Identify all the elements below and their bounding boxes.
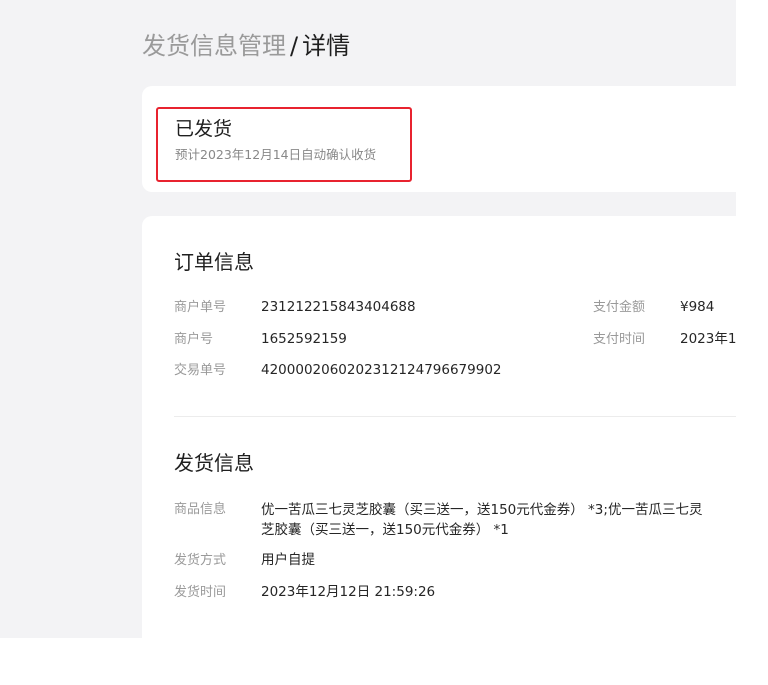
transaction-no-label: 交易单号 (174, 363, 227, 378)
shipping-method-value: 用户自提 (261, 552, 315, 568)
detail-card (142, 216, 762, 656)
breadcrumb-separator: / (290, 32, 299, 60)
shipping-time-label: 发货时间 (174, 585, 227, 600)
merchant-no-label: 商户号 (174, 332, 214, 347)
status-title: 已发货 (175, 118, 233, 140)
product-info-value: 优一苦瓜三七灵芝胶囊（买三送一，送150元代金券） *3;优一苦瓜三七灵芝胶囊（… (261, 502, 703, 538)
shipping-method-label: 发货方式 (174, 553, 227, 568)
shipping-time-value: 2023年12月12日 21:59:26 (261, 584, 436, 600)
shipping-info-title: 发货信息 (174, 451, 254, 475)
transaction-no-value: 4200002060202312124796679902 (261, 362, 502, 378)
merchant-no-value: 1652592159 (261, 331, 347, 347)
breadcrumb: 发货信息管理 / 详情 (142, 30, 350, 62)
merchant-order-no-label: 商户单号 (174, 300, 227, 315)
pay-amount-label: 支付金额 (593, 300, 646, 315)
order-info-title: 订单信息 (174, 250, 254, 274)
pay-time-label: 支付时间 (593, 332, 646, 347)
merchant-order-no-value: 231212215843404688 (261, 299, 416, 315)
pay-amount-value: ¥984 (680, 299, 715, 315)
product-info-label: 商品信息 (174, 502, 227, 517)
status-subtitle: 预计2023年12月14日自动确认收货 (175, 147, 377, 162)
section-divider (174, 416, 736, 417)
breadcrumb-parent-link[interactable]: 发货信息管理 (142, 32, 286, 60)
breadcrumb-current: 详情 (302, 32, 351, 60)
pay-time-value: 2023年1 (680, 331, 737, 347)
